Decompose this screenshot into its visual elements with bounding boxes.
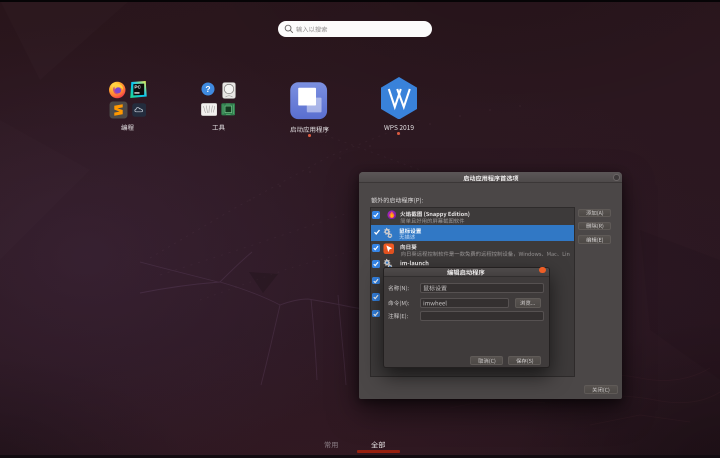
svg-text:PC: PC (134, 84, 141, 89)
svg-text:?: ? (205, 84, 210, 94)
